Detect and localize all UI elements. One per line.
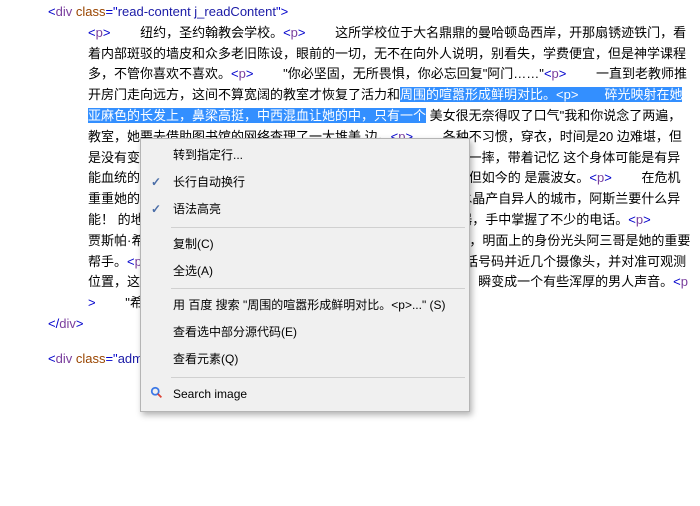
menu-item-label: 复制(C) — [173, 237, 214, 251]
menu-item-label: 用 百度 搜索 "周围的喧嚣形成鲜明对比。<p>..." (S) — [173, 298, 446, 312]
menu-item-label: 查看选中部分源代码(E) — [173, 325, 297, 339]
menu-baidu-search[interactable]: 用 百度 搜索 "周围的喧嚣形成鲜明对比。<p>..." (S) — [143, 292, 467, 319]
menu-item-label: 语法高亮 — [173, 202, 221, 216]
menu-item-label: 查看元素(Q) — [173, 352, 238, 366]
menu-goto-line[interactable]: 转到指定行... — [143, 142, 467, 169]
menu-copy[interactable]: 复制(C) — [143, 231, 467, 258]
code-line: <div class="read-content j_readContent"> — [8, 2, 692, 23]
menu-separator — [171, 227, 465, 228]
menu-separator — [171, 288, 465, 289]
search-image-icon — [150, 386, 164, 400]
menu-item-label: 长行自动换行 — [173, 175, 245, 189]
menu-item-label: 全选(A) — [173, 264, 213, 278]
menu-item-label: Search image — [173, 387, 247, 401]
menu-separator — [171, 377, 465, 378]
menu-word-wrap[interactable]: ✓ 长行自动换行 — [143, 169, 467, 196]
menu-view-selection-source[interactable]: 查看选中部分源代码(E) — [143, 319, 467, 346]
menu-syntax-highlight[interactable]: ✓ 语法高亮 — [143, 196, 467, 223]
menu-search-image[interactable]: Search image — [143, 381, 467, 408]
context-menu: 转到指定行... ✓ 长行自动换行 ✓ 语法高亮 复制(C) 全选(A) 用 百度 … — [140, 138, 470, 412]
menu-inspect-element[interactable]: 查看元素(Q) — [143, 346, 467, 373]
check-icon: ✓ — [151, 200, 161, 219]
menu-select-all[interactable]: 全选(A) — [143, 258, 467, 285]
check-icon: ✓ — [151, 173, 161, 192]
menu-item-label: 转到指定行... — [173, 148, 243, 162]
